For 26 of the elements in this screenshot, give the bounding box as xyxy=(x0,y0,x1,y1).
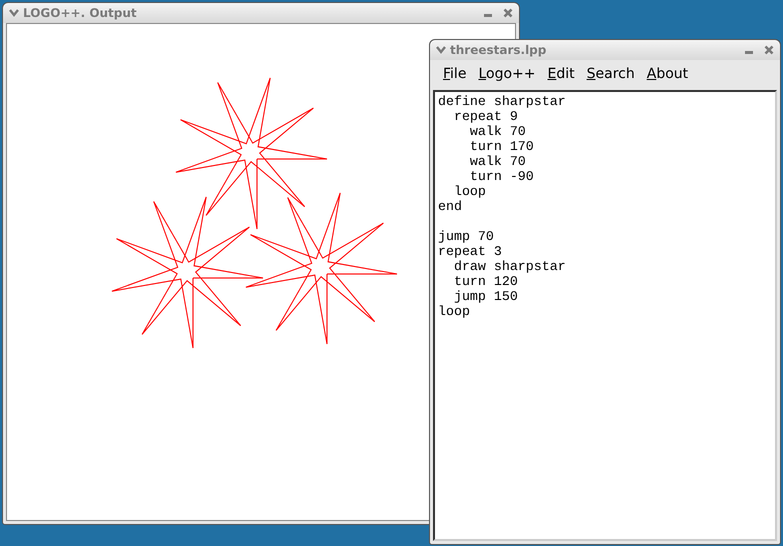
code-line: loop xyxy=(438,304,471,319)
code-line: define sharpstar xyxy=(438,94,567,109)
code-line: walk 70 xyxy=(468,124,527,139)
code-line: jump 70 xyxy=(438,229,495,244)
menu-item[interactable]: About xyxy=(642,66,692,82)
code-line: turn 170 xyxy=(468,139,535,154)
chevron-icon[interactable] xyxy=(436,46,446,54)
code-line: repeat 3 xyxy=(438,244,503,259)
code-line: walk 70 xyxy=(468,154,527,169)
close-icon[interactable] xyxy=(764,45,774,55)
code-line: loop xyxy=(452,184,487,199)
window-title: LOGO++. Output xyxy=(23,6,137,20)
close-icon[interactable] xyxy=(503,8,513,18)
code-line: end xyxy=(438,199,463,214)
window-title: threestars.lpp xyxy=(450,43,546,57)
code-line: turn 120 xyxy=(452,274,519,289)
menu-item[interactable]: Logo++ xyxy=(474,66,540,82)
code-line: draw sharpstar xyxy=(452,259,567,274)
menu-item[interactable]: File xyxy=(439,66,470,82)
code-line: jump 150 xyxy=(452,289,519,304)
menu-item[interactable]: Search xyxy=(582,66,639,82)
code-line: repeat 9 xyxy=(452,109,519,124)
chevron-icon[interactable] xyxy=(9,9,19,17)
menu-item[interactable]: Edit xyxy=(544,66,579,82)
code-editor[interactable]: define sharpstar repeat 9 walk 70 turn 170 walk 70 turn -90 loop end jump 70 repeat 3 draw sharpstar turn 120 jump 150 loop xyxy=(433,90,777,541)
code-line: turn -90 xyxy=(468,169,535,184)
